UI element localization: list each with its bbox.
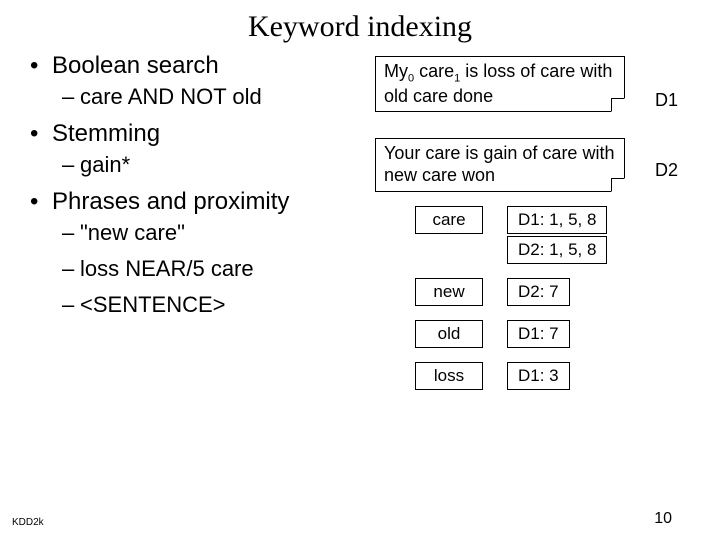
index-key: care [415, 206, 483, 234]
index-key: new [415, 278, 483, 306]
bullet-column: Boolean search care AND NOT old Stemming… [30, 52, 375, 390]
index-val: D1: 3 [507, 362, 570, 390]
bullet-stemming: Stemming [30, 120, 375, 148]
slide-number: 10 [654, 510, 672, 528]
subbullet-boolean-1: care AND NOT old [62, 84, 375, 110]
page-fold-icon [611, 98, 625, 112]
doc-box-d1: My0 care1 is loss of care with old care … [375, 56, 625, 112]
index-key: loss [415, 362, 483, 390]
footer-tag: KDD2k [12, 517, 44, 528]
subbullet-phrases-3: <SENTENCE> [62, 292, 375, 318]
d1-text-pre: My [384, 61, 408, 81]
subbullet-phrases-1: "new care" [62, 220, 375, 246]
index-row-care: care D1: 1, 5, 8 D2: 1, 5, 8 [415, 206, 705, 264]
index-vals: D1: 7 [507, 320, 570, 348]
index-val: D1: 7 [507, 320, 570, 348]
doc-box-d2: Your care is gain of care with new care … [375, 138, 625, 191]
slide-title: Keyword indexing [0, 0, 720, 52]
index-vals: D1: 3 [507, 362, 570, 390]
diagram-column: My0 care1 is loss of care with old care … [375, 52, 705, 390]
bullet-phrases: Phrases and proximity [30, 188, 375, 216]
index-val: D2: 1, 5, 8 [507, 236, 607, 264]
index-row-old: old D1: 7 [415, 320, 705, 348]
index-vals: D2: 7 [507, 278, 570, 306]
index-val: D2: 7 [507, 278, 570, 306]
d1-text-mid: care [414, 61, 454, 81]
index-row-new: new D2: 7 [415, 278, 705, 306]
subbullet-phrases-2: loss NEAR/5 care [62, 256, 375, 282]
index-vals: D1: 1, 5, 8 D2: 1, 5, 8 [507, 206, 607, 264]
subbullet-stemming-1: gain* [62, 152, 375, 178]
slide-body: Boolean search care AND NOT old Stemming… [0, 52, 720, 390]
index-row-loss: loss D1: 3 [415, 362, 705, 390]
inverted-index: care D1: 1, 5, 8 D2: 1, 5, 8 new D2: 7 o… [415, 206, 705, 390]
bullet-boolean: Boolean search [30, 52, 375, 80]
page-fold-icon [611, 178, 625, 192]
index-val: D1: 1, 5, 8 [507, 206, 607, 234]
doc-label-d1: D1 [655, 90, 678, 111]
doc-label-d2: D2 [655, 160, 678, 181]
d2-text: Your care is gain of care with new care … [384, 143, 614, 185]
index-key: old [415, 320, 483, 348]
